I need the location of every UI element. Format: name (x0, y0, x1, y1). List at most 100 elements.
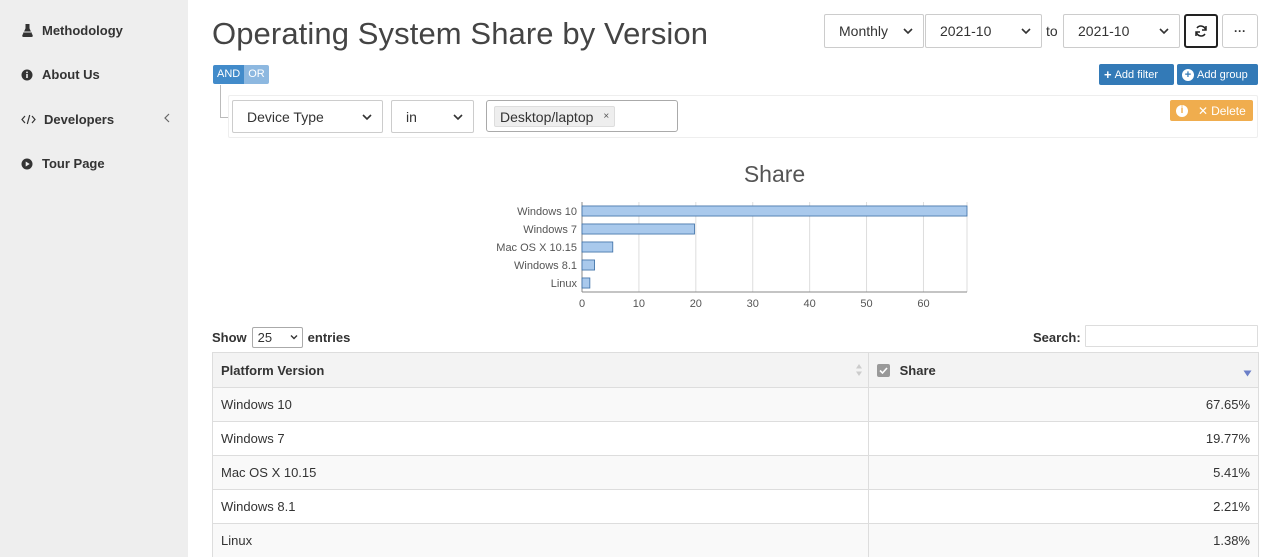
bar (581, 205, 968, 217)
field-select[interactable]: Device Type (232, 100, 383, 133)
data-table: Platform Version Share Windows 10 67.65%… (212, 352, 1259, 557)
x-tick-label: 30 (747, 298, 759, 310)
plus-icon: + (1104, 67, 1112, 82)
y-tick-label: Windows 8.1 (514, 260, 577, 272)
page-size-select[interactable]: 25 (251, 327, 303, 348)
value-input[interactable]: Desktop/laptop × (486, 100, 678, 132)
to-date-value: 2021-10 (1078, 23, 1130, 39)
sidebar-item-label: Methodology (42, 23, 123, 38)
column-header-label: Share (899, 362, 936, 378)
share-cell: 2.21% (868, 489, 1259, 524)
delete-rule-button[interactable]: i ✕ Delete (1170, 100, 1253, 121)
x-tick-label: 40 (804, 298, 816, 310)
value-tag: Desktop/laptop × (494, 106, 616, 127)
refresh-icon (1195, 25, 1207, 37)
page-size-control: Show 25 entries (212, 327, 350, 348)
or-button[interactable]: OR (244, 65, 269, 84)
column-header-platform-version[interactable]: Platform Version (212, 352, 869, 388)
table-row: Linux 1.38% (212, 523, 1259, 557)
operator-value: in (406, 108, 417, 125)
info-icon (20, 68, 34, 82)
sidebar-item-label: Developers (44, 112, 115, 127)
refresh-button[interactable] (1184, 14, 1218, 48)
y-tick-label: Windows 7 (523, 224, 577, 236)
column-header-share[interactable]: Share (868, 352, 1259, 388)
x-tick-label: 10 (633, 298, 645, 310)
table-row: Windows 8.1 2.21% (212, 489, 1259, 524)
close-icon: ✕ (1198, 103, 1209, 118)
code-icon (20, 113, 36, 127)
to-date-select[interactable]: 2021-10 (1063, 14, 1180, 48)
period-value: Monthly (839, 23, 889, 39)
and-button[interactable]: AND (213, 65, 245, 84)
platform-version-cell: Linux (212, 523, 869, 557)
share-cell: 5.41% (868, 455, 1259, 490)
checkbox-icon (877, 363, 890, 377)
sidebar-item-tour-page[interactable]: Tour Page (20, 156, 175, 171)
platform-version-cell: Mac OS X 10.15 (212, 455, 869, 490)
search-input[interactable] (1085, 325, 1258, 347)
more-button[interactable]: ··· (1222, 14, 1258, 48)
and-or-toggle: AND OR (213, 65, 269, 84)
sidebar-item-label: Tour Page (42, 156, 105, 171)
add-group-label: Add group (1197, 68, 1248, 81)
show-label: Show (212, 330, 247, 345)
share-bar-chart: Share 0 10 20 30 40 50 60 Windows 10 Windows 7 Mac… (496, 161, 968, 310)
sidebar-item-label: About Us (42, 67, 100, 82)
delete-label: Delete (1211, 103, 1246, 118)
platform-version-cell: Windows 8.1 (212, 489, 869, 524)
plus-circle-icon: + (1182, 68, 1194, 81)
page-title: Operating System Share by Version (212, 16, 709, 51)
chevron-down-icon (1021, 28, 1031, 35)
chevron-down-icon (362, 114, 372, 121)
x-tick-label: 60 (917, 298, 929, 310)
operator-select[interactable]: in (391, 100, 474, 133)
platform-version-cell: Windows 7 (212, 421, 869, 456)
sidebar-item-methodology[interactable]: Methodology (20, 23, 175, 38)
add-group-button[interactable]: + Add group (1177, 64, 1258, 85)
sidebar: Methodology About Us Developers Tour Pag… (0, 0, 188, 557)
x-tick-label: 50 (860, 298, 872, 310)
chevron-down-icon (903, 28, 913, 35)
search-label: Search: (1033, 330, 1081, 345)
rule-connector (220, 85, 221, 117)
share-cell: 19.77% (868, 421, 1259, 456)
chart-title: Share (744, 161, 805, 187)
platform-version-cell: Windows 10 (212, 387, 869, 422)
x-tick-label: 20 (690, 298, 702, 310)
remove-tag-icon[interactable]: × (603, 111, 609, 122)
field-value: Device Type (247, 108, 324, 125)
y-tick-label: Linux (551, 278, 578, 290)
sidebar-item-about-us[interactable]: About Us (20, 67, 175, 82)
info-icon: i (1176, 104, 1188, 117)
table-row: Windows 10 67.65% (212, 387, 1259, 422)
x-tick-label: 0 (579, 298, 585, 310)
flask-icon (20, 24, 34, 38)
ellipsis-icon: ··· (1234, 24, 1246, 38)
period-select[interactable]: Monthly (824, 14, 924, 48)
sidebar-item-developers[interactable]: Developers (20, 112, 175, 127)
bar (581, 241, 614, 253)
column-header-label: Platform Version (221, 362, 325, 378)
share-cell: 67.65% (868, 387, 1259, 422)
page-size-value: 25 (257, 330, 273, 345)
chevron-down-icon (453, 114, 463, 121)
chevron-left-icon[interactable] (163, 112, 171, 127)
from-date-select[interactable]: 2021-10 (925, 14, 1042, 48)
chevron-down-icon (1159, 28, 1169, 35)
chevron-down-icon (290, 335, 298, 340)
add-filter-button[interactable]: + Add filter (1099, 64, 1174, 85)
from-date-value: 2021-10 (940, 23, 992, 39)
sort-icon (856, 364, 862, 376)
bar (581, 277, 591, 289)
table-header-row: Platform Version Share (212, 352, 1259, 388)
bar (581, 223, 695, 235)
table-row: Windows 7 19.77% (212, 421, 1259, 456)
to-label: to (1046, 23, 1058, 39)
entries-label: entries (307, 330, 351, 345)
bar (581, 259, 595, 271)
value-tag-label: Desktop/laptop (500, 108, 594, 125)
y-tick-label: Windows 10 (517, 206, 577, 218)
y-tick-label: Mac OS X 10.15 (496, 242, 577, 254)
add-filter-label: Add filter (1114, 68, 1159, 81)
